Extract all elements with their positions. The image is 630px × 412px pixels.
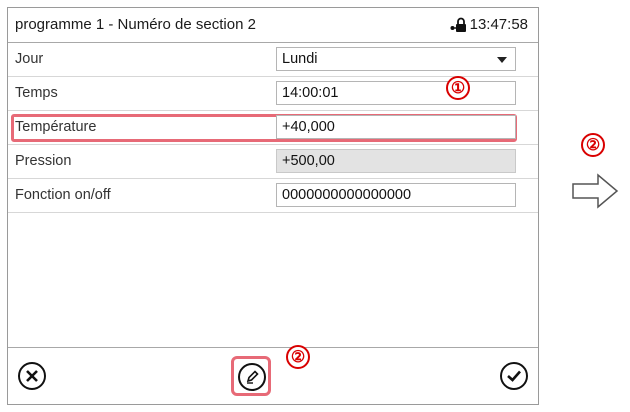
- temperature-field[interactable]: +40,000: [276, 115, 516, 139]
- row-temperature: Température +40,000: [8, 111, 538, 145]
- lock-icon: [449, 17, 467, 33]
- onoff-function-field[interactable]: 0000000000000000: [276, 183, 516, 207]
- footer-toolbar: [8, 347, 538, 404]
- row-label: Temps: [15, 85, 58, 101]
- time-field[interactable]: 14:00:01: [276, 81, 516, 105]
- callout-2-side: ②: [581, 133, 605, 157]
- page-title: programme 1 - Numéro de section 2: [15, 16, 256, 33]
- day-value: Lundi: [282, 51, 318, 67]
- row-label: Jour: [15, 51, 44, 67]
- day-dropdown[interactable]: Lundi: [276, 47, 516, 71]
- row-jour: Jour Lundi: [8, 43, 538, 77]
- checkmark-icon: [507, 370, 521, 382]
- callout-2-edit: ②: [286, 345, 310, 369]
- row-label: Pression: [15, 153, 72, 169]
- edit-button-highlight: [231, 356, 271, 396]
- program-editor-panel: programme 1 - Numéro de section 2 13:47:…: [7, 7, 539, 405]
- pressure-field: +500,00: [276, 149, 516, 173]
- row-fonction: Fonction on/off 0000000000000000: [8, 179, 538, 213]
- row-label: Fonction on/off: [15, 187, 111, 203]
- clock-time: 13:47:58: [469, 16, 528, 33]
- confirm-button[interactable]: [500, 362, 528, 390]
- edit-button[interactable]: [238, 363, 266, 391]
- cancel-icon: [26, 370, 38, 382]
- clock-area: 13:47:58: [449, 16, 528, 33]
- cancel-button[interactable]: [18, 362, 46, 390]
- edit-pencil-icon: [246, 370, 259, 384]
- row-label: Température: [15, 119, 97, 135]
- title-bar: programme 1 - Numéro de section 2 13:47:…: [8, 8, 538, 43]
- chevron-down-icon: [497, 57, 507, 63]
- callout-1: ①: [446, 76, 470, 100]
- row-pression: Pression +500,00: [8, 145, 538, 179]
- arrow-right-icon: [572, 173, 619, 209]
